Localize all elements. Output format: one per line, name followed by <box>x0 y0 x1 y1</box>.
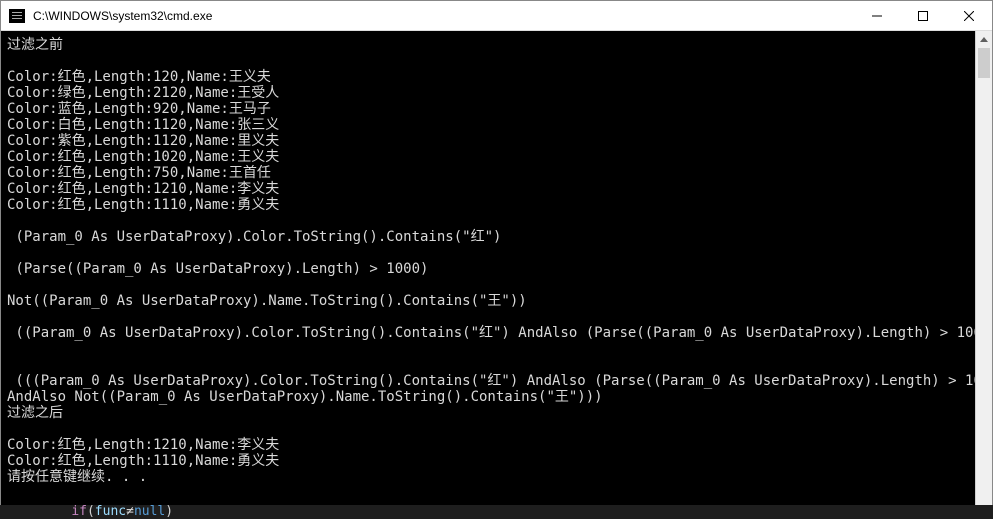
vertical-scrollbar[interactable] <box>975 31 992 518</box>
data-row: Color:红色,Length:1210,Name:李义夫 <box>7 181 279 197</box>
data-row: Color:白色,Length:1120,Name:张三义 <box>7 117 279 133</box>
continue-prompt: 请按任意键继续. . . <box>7 469 147 485</box>
console-area: 过滤之前 Color:红色,Length:120,Name:王义夫 Color:… <box>1 31 992 518</box>
cmd-window: C:\WINDOWS\system32\cmd.exe 过滤之前 Color:红… <box>0 0 993 519</box>
data-row: Color:红色,Length:120,Name:王义夫 <box>7 69 271 85</box>
filter-expression: AndAlso Not((Param_0 As UserDataProxy).N… <box>7 389 603 405</box>
filter-expression: ((Param_0 As UserDataProxy).Color.ToStri… <box>7 325 975 341</box>
console-output[interactable]: 过滤之前 Color:红色,Length:120,Name:王义夫 Color:… <box>1 31 975 518</box>
keyword-null: null <box>134 505 165 519</box>
text-after-header: 过滤之后 <box>7 405 63 421</box>
minimize-button[interactable] <box>854 1 900 30</box>
window-controls <box>854 1 992 30</box>
data-row: Color:红色,Length:1210,Name:李义夫 <box>7 437 279 453</box>
data-row: Color:蓝色,Length:920,Name:王马子 <box>7 101 271 117</box>
data-row: Color:紫色,Length:1120,Name:里义夫 <box>7 133 279 149</box>
close-button[interactable] <box>946 1 992 30</box>
data-row: Color:红色,Length:1110,Name:勇义夫 <box>7 197 279 213</box>
editor-background-line: if (func ≠ null) <box>0 505 993 519</box>
titlebar[interactable]: C:\WINDOWS\system32\cmd.exe <box>1 1 992 31</box>
scroll-up-button[interactable] <box>976 31 992 48</box>
data-row: Color:红色,Length:1110,Name:勇义夫 <box>7 453 279 469</box>
data-row: Color:绿色,Length:2120,Name:王受人 <box>7 85 279 101</box>
cmd-app-icon <box>9 9 25 23</box>
data-row: Color:红色,Length:1020,Name:王义夫 <box>7 149 279 165</box>
filter-expression: (Parse((Param_0 As UserDataProxy).Length… <box>7 261 428 277</box>
filter-expression: (Param_0 As UserDataProxy).Color.ToStrin… <box>7 229 501 245</box>
data-row: Color:红色,Length:750,Name:王首任 <box>7 165 271 181</box>
window-title: C:\WINDOWS\system32\cmd.exe <box>31 9 854 23</box>
keyword-if: if <box>71 505 87 519</box>
maximize-button[interactable] <box>900 1 946 30</box>
filter-expression: (((Param_0 As UserDataProxy).Color.ToStr… <box>7 373 975 389</box>
scroll-track[interactable] <box>976 48 992 501</box>
filter-expression: Not((Param_0 As UserDataProxy).Name.ToSt… <box>7 293 527 309</box>
scroll-thumb[interactable] <box>978 48 990 78</box>
text-before-header: 过滤之前 <box>7 37 63 53</box>
